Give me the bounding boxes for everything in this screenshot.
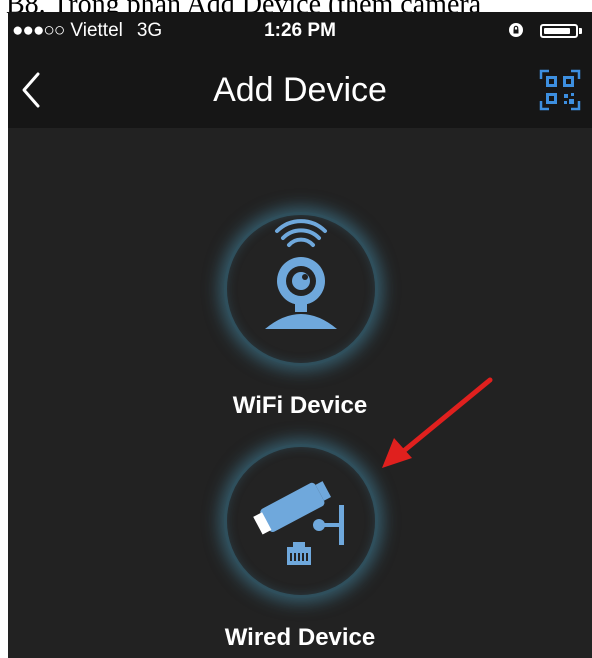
page: B8. Trong phần Add Device (thêm camera ●… xyxy=(0,0,592,658)
wired-device-option[interactable]: Wired Device xyxy=(8,444,592,658)
wired-device-circle xyxy=(224,444,378,598)
wifi-device-option[interactable]: WiFi Device xyxy=(8,212,592,424)
status-bar: ●●●○○ Viettel 3G 1:26 PM xyxy=(8,12,592,52)
wifi-camera-icon xyxy=(265,219,337,329)
orientation-lock-icon xyxy=(509,23,523,37)
wifi-device-circle xyxy=(224,212,378,366)
nav-bar: Add Device xyxy=(8,52,592,128)
wired-camera-icon xyxy=(253,481,344,565)
battery-level xyxy=(544,28,570,34)
wifi-device-label: WiFi Device xyxy=(232,392,368,419)
battery-tip xyxy=(579,28,582,34)
wired-device-label: Wired Device xyxy=(224,624,376,651)
qr-scan-button[interactable] xyxy=(538,68,582,112)
status-time: 1:26 PM xyxy=(264,20,336,41)
qr-code-icon xyxy=(539,69,581,111)
page-title: Add Device xyxy=(213,71,387,109)
phone-screen: ●●●○○ Viettel 3G 1:26 PM Add Device WiFi… xyxy=(8,12,592,658)
battery-icon xyxy=(540,24,578,38)
